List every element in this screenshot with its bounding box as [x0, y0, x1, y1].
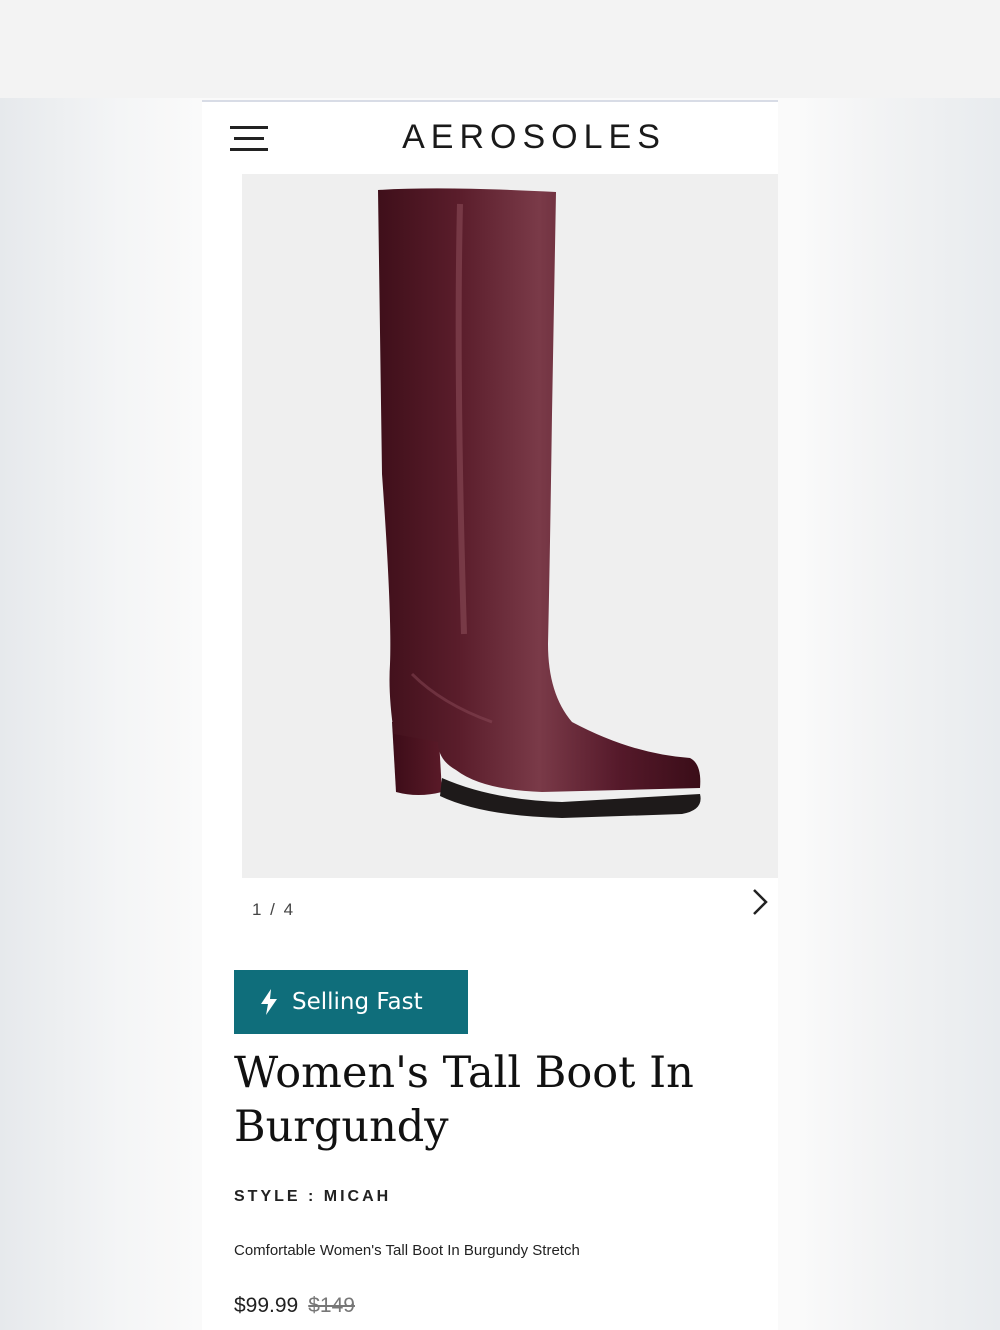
price-block: $99.99 $149: [234, 1294, 355, 1318]
product-style: STYLE : MICAH: [234, 1188, 392, 1205]
badge-label: Selling Fast: [292, 989, 423, 1015]
header: AEROSOLES: [202, 102, 778, 172]
boot-image: [378, 188, 701, 818]
chevron-right-icon[interactable]: [746, 884, 774, 920]
selling-fast-badge: Selling Fast: [234, 970, 468, 1034]
top-band: [0, 0, 1000, 98]
mobile-page: AEROSOLES 1 / 4 Selling Fast Women's Tal…: [202, 100, 778, 1330]
product-description: Comfortable Women's Tall Boot In Burgund…: [234, 1242, 580, 1259]
product-title: Women's Tall Boot In Burgundy: [234, 1048, 694, 1152]
gallery-pager: 1 / 4: [252, 900, 296, 919]
original-price: $149: [308, 1294, 355, 1317]
product-image[interactable]: [242, 174, 778, 878]
lightning-bolt-icon: [261, 989, 277, 1015]
brand-logo[interactable]: AEROSOLES: [202, 118, 778, 157]
sale-price: $99.99: [234, 1294, 299, 1317]
